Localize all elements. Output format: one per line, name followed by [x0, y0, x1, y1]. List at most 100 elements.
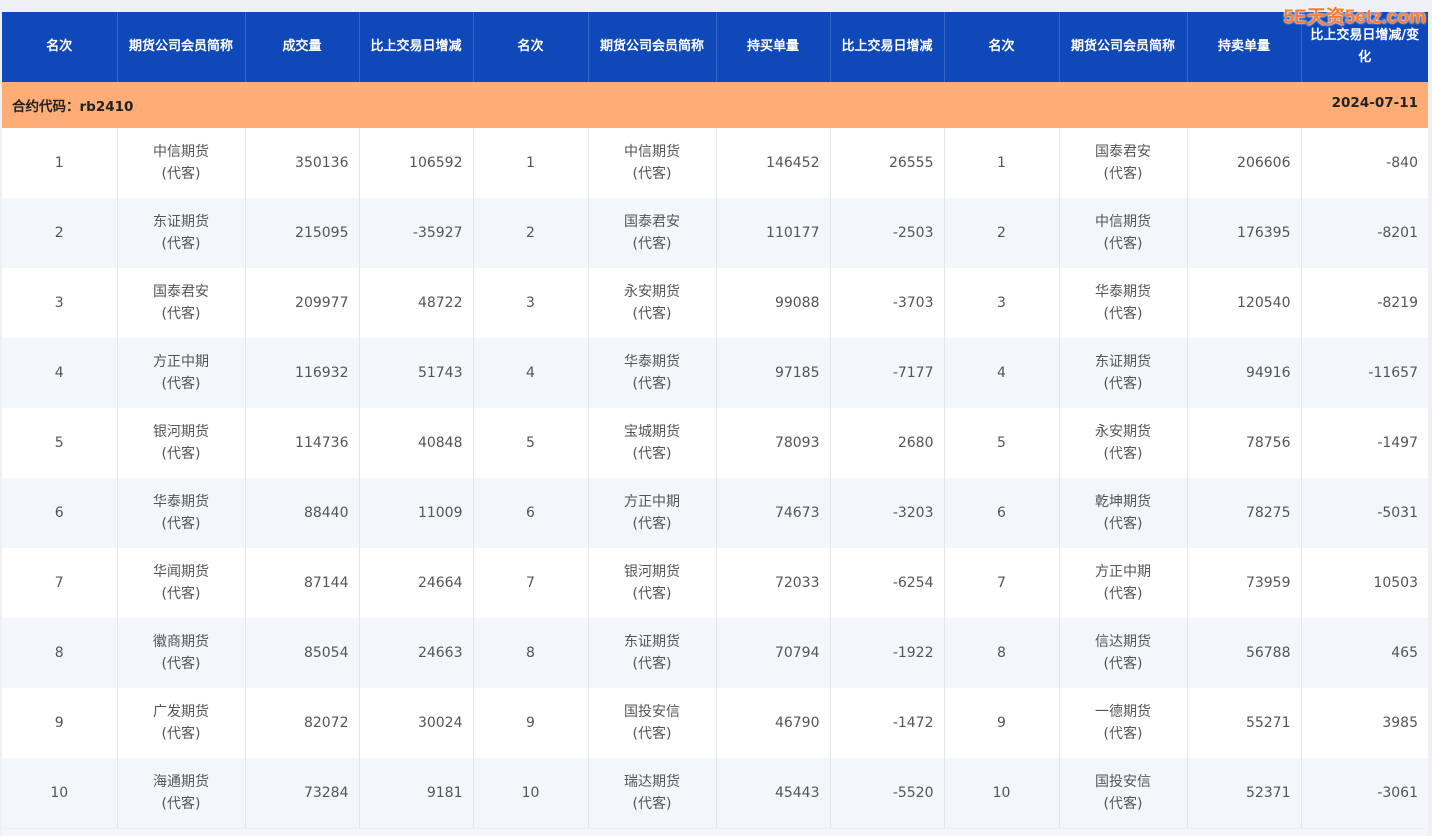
cell-rank-volume: 9 [2, 688, 118, 758]
cell-rank-short: 8 [944, 618, 1060, 688]
member-type: (代客) [632, 376, 672, 392]
cell-rank-long: 8 [473, 618, 589, 688]
table-row: 10 海通期货 (代客) 73284 9181 10 瑞达期货 (代客) 45443 -5520 1… [2, 758, 1428, 828]
cell-volume-change: 9181 [359, 758, 474, 828]
cell-member-short: 方正中期 (代客) [1059, 548, 1188, 618]
cell-volume-change: 24663 [359, 618, 474, 688]
member-name: 华泰期货 [624, 354, 680, 370]
cell-rank-long: 9 [473, 688, 589, 758]
member-type: (代客) [161, 656, 201, 672]
cell-short-positions: 56788 [1187, 618, 1302, 688]
cell-member-long: 中信期货 (代客) [588, 128, 717, 198]
cell-member-volume: 中信期货 (代客) [117, 128, 246, 198]
member-type: (代客) [161, 516, 201, 532]
member-name: 方正中期 [624, 494, 680, 510]
member-name: 乾坤期货 [1095, 494, 1151, 510]
member-name: 方正中期 [1095, 564, 1151, 580]
contract-code: 合约代码：rb2410 [12, 99, 134, 115]
member-name: 银河期货 [153, 424, 209, 440]
cell-member-short: 东证期货 (代客) [1059, 338, 1188, 408]
member-type: (代客) [161, 586, 201, 602]
cell-rank-volume: 1 [2, 128, 118, 198]
cell-long-change: 26555 [830, 128, 945, 198]
cell-rank-short: 5 [944, 408, 1060, 478]
member-name: 一德期货 [1095, 704, 1151, 720]
member-name: 广发期货 [153, 704, 209, 720]
cell-long-positions: 46790 [716, 688, 831, 758]
cell-volume: 73284 [245, 758, 360, 828]
cell-member-long: 银河期货 (代客) [588, 548, 717, 618]
cell-rank-volume: 6 [2, 478, 118, 548]
cell-short-change: -3061 [1301, 758, 1428, 828]
cell-short-change: 465 [1301, 618, 1428, 688]
cell-long-positions: 110177 [716, 198, 831, 268]
cell-rank-volume: 2 [2, 198, 118, 268]
cell-rank-short: 3 [944, 268, 1060, 338]
contract-info-row: 合约代码：rb2410 2024-07-11 [2, 82, 1428, 128]
member-type: (代客) [632, 726, 672, 742]
cell-rank-short: 4 [944, 338, 1060, 408]
cell-volume: 87144 [245, 548, 360, 618]
cell-member-short: 乾坤期货 (代客) [1059, 478, 1188, 548]
cell-long-positions: 146452 [716, 128, 831, 198]
cell-member-long: 瑞达期货 (代客) [588, 758, 717, 828]
cell-rank-volume: 8 [2, 618, 118, 688]
cell-member-long: 国投安信 (代客) [588, 688, 717, 758]
header-rank-volume: 名次 [2, 12, 118, 82]
cell-volume-change: 106592 [359, 128, 474, 198]
table-row: 2 东证期货 (代客) 215095 -35927 2 国泰君安 (代客) 110177 -250… [2, 198, 1428, 268]
cell-short-change: -5031 [1301, 478, 1428, 548]
header-volume-change: 比上交易日增减 [359, 12, 474, 82]
member-type: (代客) [1103, 306, 1143, 322]
member-name: 国投安信 [1095, 774, 1151, 790]
table-row: 6 华泰期货 (代客) 88440 11009 6 方正中期 (代客) 74673 -3203 6 乾… [2, 478, 1428, 548]
cell-member-long: 宝城期货 (代客) [588, 408, 717, 478]
member-type: (代客) [1103, 656, 1143, 672]
cell-rank-volume: 3 [2, 268, 118, 338]
cell-long-positions: 99088 [716, 268, 831, 338]
member-name: 东证期货 [1095, 354, 1151, 370]
cell-rank-short: 9 [944, 688, 1060, 758]
cell-short-change: -840 [1301, 128, 1428, 198]
member-type: (代客) [632, 796, 672, 812]
cell-short-positions: 55271 [1187, 688, 1302, 758]
member-name: 方正中期 [153, 354, 209, 370]
table-row: 4 方正中期 (代客) 116932 51743 4 华泰期货 (代客) 97185 -7177 4… [2, 338, 1428, 408]
header-rank-short: 名次 [944, 12, 1060, 82]
cell-long-positions: 72033 [716, 548, 831, 618]
member-name: 东证期货 [624, 634, 680, 650]
cell-rank-long: 1 [473, 128, 589, 198]
cell-long-change: -3703 [830, 268, 945, 338]
member-name: 中信期货 [624, 144, 680, 160]
cell-member-short: 华泰期货 (代客) [1059, 268, 1188, 338]
member-name: 宝城期货 [624, 424, 680, 440]
cell-volume-change: 48722 [359, 268, 474, 338]
cell-member-long: 国泰君安 (代客) [588, 198, 717, 268]
cell-rank-short: 1 [944, 128, 1060, 198]
member-type: (代客) [1103, 586, 1143, 602]
cell-member-short: 一德期货 (代客) [1059, 688, 1188, 758]
header-member-volume: 期货公司会员简称 [117, 12, 246, 82]
cell-rank-long: 5 [473, 408, 589, 478]
cell-member-long: 方正中期 (代客) [588, 478, 717, 548]
table-header-row: 名次 期货公司会员简称 成交量 比上交易日增减 名次 期货公司会员简称 持买单量… [2, 12, 1428, 82]
member-type: (代客) [1103, 446, 1143, 462]
cell-short-positions: 120540 [1187, 268, 1302, 338]
cell-short-change: 3985 [1301, 688, 1428, 758]
cell-volume: 82072 [245, 688, 360, 758]
cell-volume: 215095 [245, 198, 360, 268]
header-long-change: 比上交易日增减 [830, 12, 945, 82]
member-type: (代客) [632, 516, 672, 532]
cell-short-change: -11657 [1301, 338, 1428, 408]
member-name: 中信期货 [1095, 214, 1151, 230]
cell-rank-long: 3 [473, 268, 589, 338]
cell-long-positions: 74673 [716, 478, 831, 548]
cell-rank-short: 7 [944, 548, 1060, 618]
member-name: 国投安信 [624, 704, 680, 720]
member-name: 海通期货 [153, 774, 209, 790]
member-name: 华泰期货 [153, 494, 209, 510]
cell-member-volume: 银河期货 (代客) [117, 408, 246, 478]
member-type: (代客) [1103, 236, 1143, 252]
cell-short-positions: 206606 [1187, 128, 1302, 198]
cell-rank-long: 4 [473, 338, 589, 408]
